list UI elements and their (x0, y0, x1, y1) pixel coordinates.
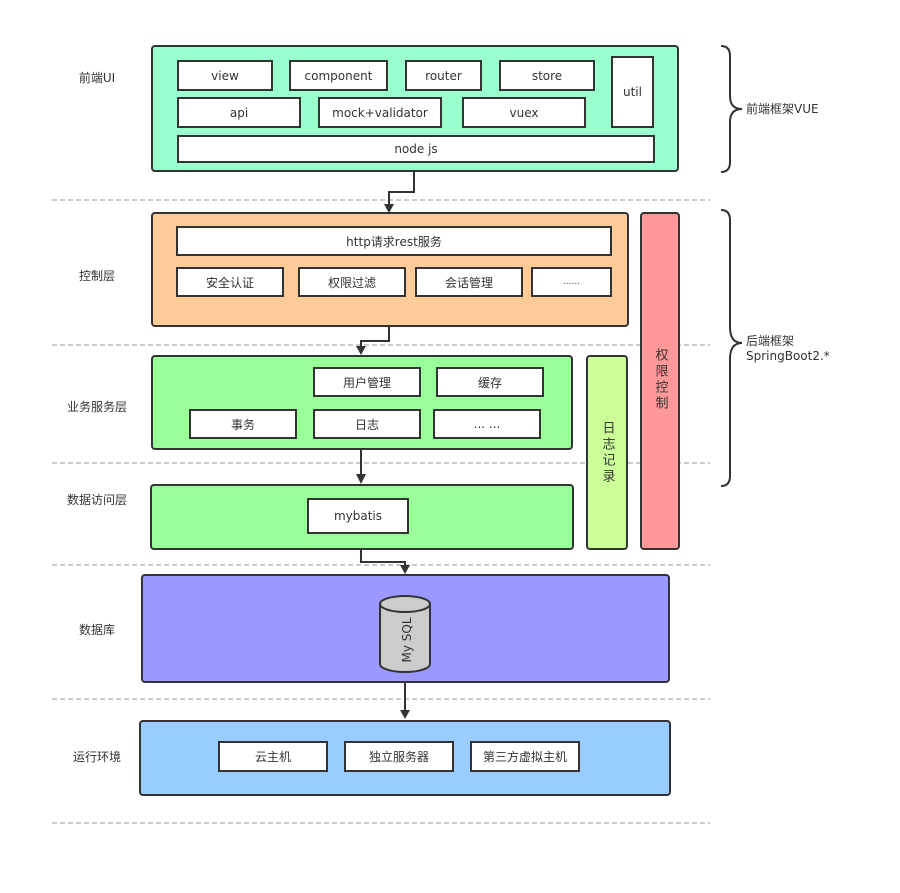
brace-label-backend-line2: SpringBoot2.* (746, 349, 830, 363)
module-user-mgmt: 用户管理 (313, 367, 421, 397)
module-store: store (499, 60, 595, 91)
layer-label-runtime: 运行环境 (72, 750, 121, 764)
arrow-frontend-to-control (388, 172, 415, 206)
layer-label-business: 业务服务层 (66, 400, 127, 414)
module-api: api (177, 97, 301, 128)
frontend-panel: view component router store api mock+val… (151, 45, 679, 172)
module-component: component (289, 60, 388, 91)
module-cloud-host: 云主机 (218, 741, 328, 772)
module-nodejs: node js (177, 135, 655, 163)
brace-label-backend: 后端框架 SpringBoot2.* (746, 334, 830, 364)
runtime-panel: 云主机 独立服务器 第三方虚拟主机 (139, 720, 671, 796)
log-record-column: 日志记录 (586, 355, 628, 550)
module-third-party-vps: 第三方虚拟主机 (470, 741, 580, 772)
brace-frontend-icon (720, 45, 743, 173)
control-panel: http请求rest服务 安全认证 权限过滤 会话管理 ...... (151, 212, 629, 327)
module-view: view (177, 60, 273, 91)
module-cache: 缓存 (436, 367, 544, 397)
arrowhead-icon (356, 346, 366, 355)
module-vuex: vuex (462, 97, 586, 128)
mysql-label: My SQL (400, 617, 414, 662)
mysql-cylinder-icon: My SQL (379, 595, 431, 673)
layer-label-control: 控制层 (78, 269, 115, 283)
brace-label-frontend: 前端框架VUE (746, 102, 819, 116)
module-etc: ... ... (433, 409, 541, 439)
module-router: router (405, 60, 482, 91)
module-log: 日志 (313, 409, 421, 439)
module-mock-validator: mock+validator (318, 97, 442, 128)
permission-control-label: 权限控制 (652, 348, 668, 412)
layer-label-frontend: 前端UI (78, 71, 116, 85)
brace-backend-icon (720, 209, 743, 487)
database-panel: My SQL (141, 574, 670, 683)
module-permission-filter: 权限过滤 (298, 267, 406, 297)
arrow-dataaccess-to-db (360, 550, 406, 567)
arrowhead-icon (400, 710, 410, 719)
arrowhead-icon (356, 474, 366, 484)
module-mybatis: mybatis (307, 498, 409, 534)
module-util: util (611, 56, 654, 128)
module-dedicated-server: 独立服务器 (344, 741, 454, 772)
module-session-mgmt: 会话管理 (415, 267, 523, 297)
business-panel: 用户管理 缓存 事务 日志 ... ... (151, 355, 573, 450)
module-http-rest: http请求rest服务 (176, 226, 612, 256)
data-access-panel: mybatis (150, 484, 574, 550)
layer-label-database: 数据库 (78, 623, 115, 637)
module-more: ...... (531, 267, 612, 297)
arrowhead-icon (400, 565, 410, 574)
layer-label-data-access: 数据访问层 (66, 493, 127, 507)
permission-control-column: 权限控制 (640, 212, 680, 550)
module-security-auth: 安全认证 (176, 267, 284, 297)
brace-label-backend-line1: 后端框架 (746, 334, 795, 348)
module-transaction: 事务 (189, 409, 297, 439)
log-record-label: 日志记录 (599, 420, 615, 485)
